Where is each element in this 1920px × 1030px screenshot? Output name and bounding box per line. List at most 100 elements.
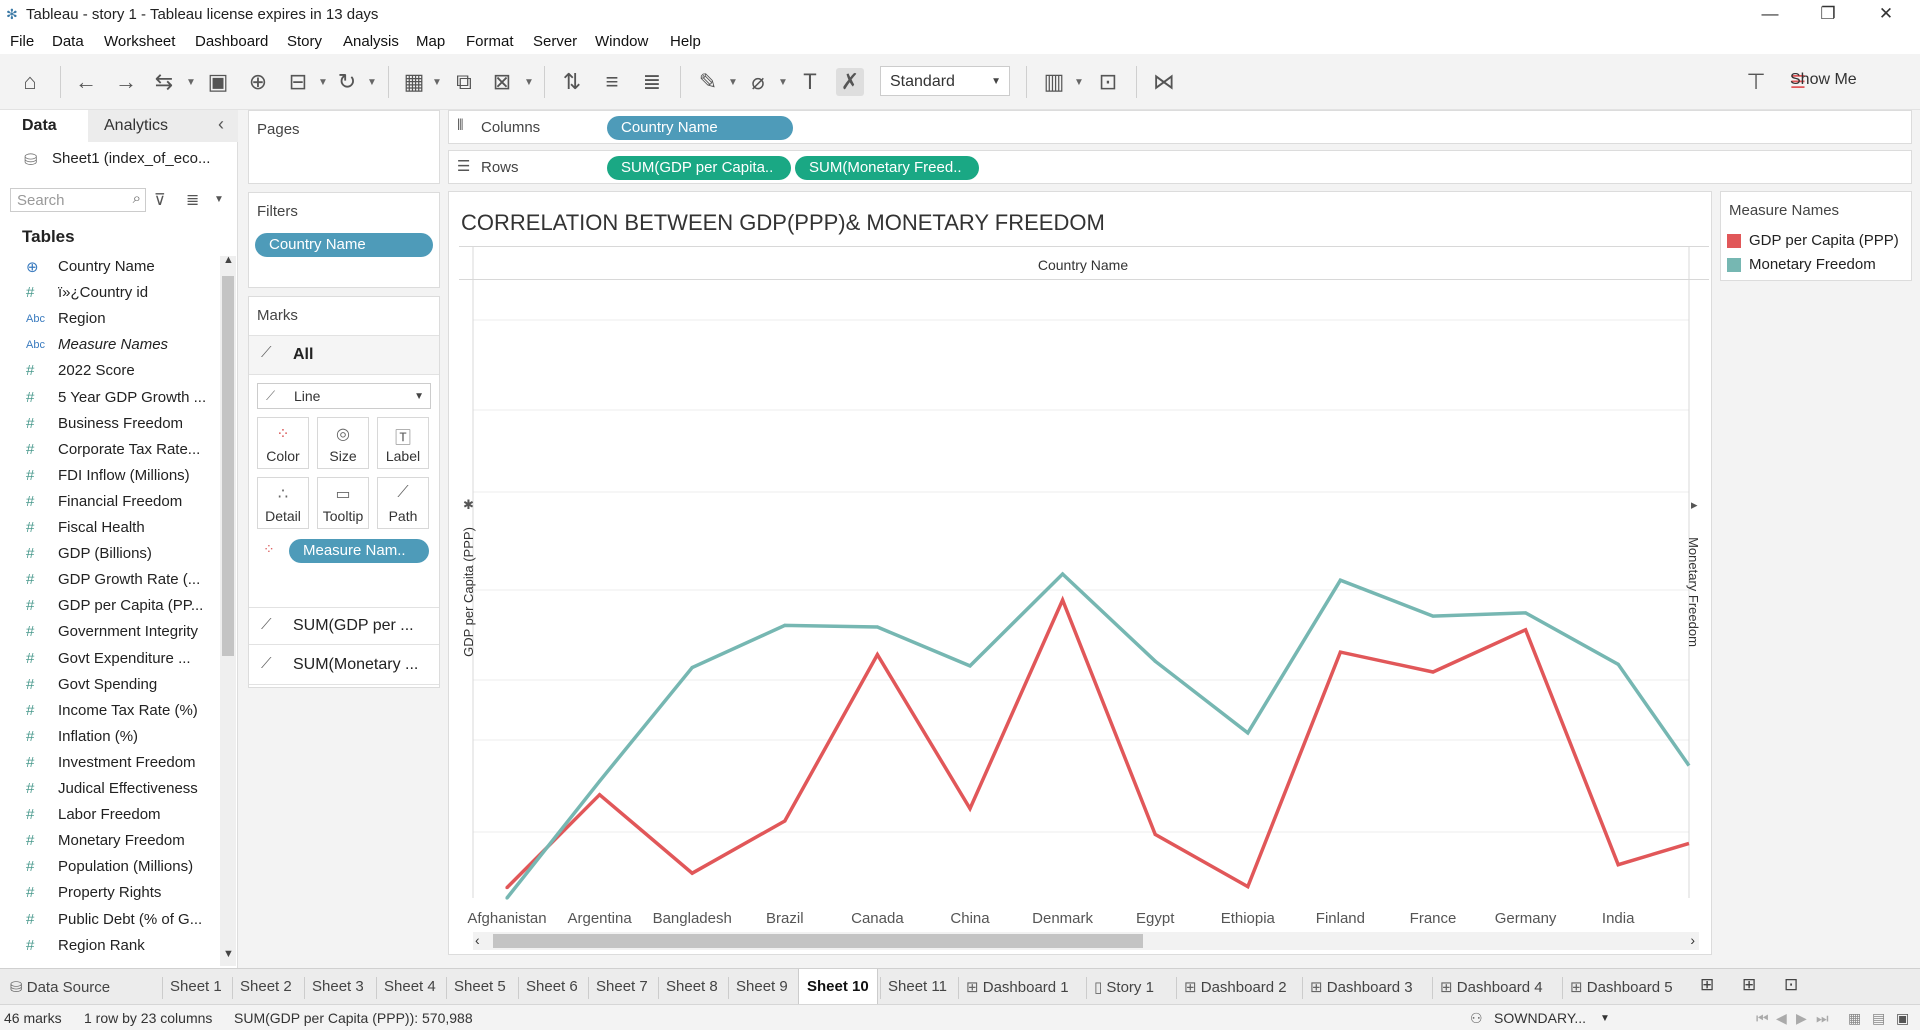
field-item[interactable]: # Financial Freedom: [0, 489, 220, 515]
field-item[interactable]: # Govt Spending: [0, 672, 220, 698]
new-worksheet-icon[interactable]: ⊞: [1700, 975, 1714, 995]
scroll-down-icon[interactable]: ▼: [223, 948, 234, 960]
sheet-tab[interactable]: Sheet 11: [888, 978, 947, 995]
pages-shelf[interactable]: Pages: [248, 110, 440, 184]
data-point[interactable]: [875, 625, 879, 629]
field-item[interactable]: # Property Rights: [0, 880, 220, 906]
sheet-tab[interactable]: Sheet 4: [384, 978, 436, 995]
swap-rows-columns-icon[interactable]: ⇅: [558, 68, 586, 96]
field-item[interactable]: #2022 Score: [0, 358, 220, 384]
sheet-tab[interactable]: Sheet 6: [526, 978, 578, 995]
highlight-icon[interactable]: ✎: [694, 68, 722, 96]
field-item[interactable]: # Corporate Tax Rate...: [0, 437, 220, 463]
data-point[interactable]: [1431, 614, 1435, 618]
filter-pill-country-name[interactable]: Country Name: [255, 233, 433, 257]
pause-updates-icon[interactable]: ⊟: [284, 68, 312, 96]
data-point[interactable]: [598, 779, 602, 783]
replay-icon[interactable]: ⇆: [150, 68, 178, 96]
field-item[interactable]: Abc Measure Names: [0, 332, 220, 358]
prev-sheet-icon[interactable]: ◀: [1776, 1010, 1787, 1027]
chevron-down-icon[interactable]: ▼: [1074, 77, 1084, 88]
size-button[interactable]: ◎ Size: [317, 417, 369, 469]
columns-shelf[interactable]: ⦀ Columns Country Name: [448, 110, 1912, 144]
scrollbar[interactable]: ▲ ▼: [220, 254, 236, 966]
share-icon[interactable]: ⋈: [1150, 68, 1178, 96]
menu-worksheet[interactable]: Worksheet: [104, 33, 175, 50]
data-point[interactable]: [968, 807, 972, 811]
data-point[interactable]: [598, 793, 602, 797]
field-item[interactable]: # FDI Inflow (Millions): [0, 463, 220, 489]
sheet-tab[interactable]: Sheet 2: [240, 978, 292, 995]
data-point[interactable]: [1524, 611, 1528, 615]
show-mark-labels-icon[interactable]: T: [796, 68, 824, 96]
field-item[interactable]: ⊕ Country Name: [0, 254, 220, 280]
menu-story[interactable]: Story: [287, 33, 322, 50]
filter-icon[interactable]: ⊽: [154, 190, 166, 210]
columns-pill-country-name[interactable]: Country Name: [607, 116, 793, 140]
sheet-tab[interactable]: ⊞ Dashboard 1: [966, 978, 1069, 996]
data-point[interactable]: [1153, 659, 1157, 663]
data-point[interactable]: [1616, 863, 1620, 867]
color-button[interactable]: ⁘ Color: [257, 417, 309, 469]
field-item[interactable]: # ï»¿Country id: [0, 280, 220, 306]
field-item[interactable]: # Public Debt (% of G...: [0, 907, 220, 933]
series-line-gdp[interactable]: [505, 595, 1690, 890]
field-item[interactable]: #5 Year GDP Growth ...: [0, 385, 220, 411]
rows-pill-gdp[interactable]: SUM(GDP per Capita..: [607, 156, 791, 180]
menu-server[interactable]: Server: [533, 33, 577, 50]
show-cards-icon[interactable]: ▥: [1040, 68, 1068, 96]
view-list-icon[interactable]: ≣: [186, 190, 199, 210]
fit-dropdown[interactable]: Standard ▼: [880, 66, 1010, 96]
data-point[interactable]: [690, 665, 694, 670]
close-button[interactable]: ✕: [1858, 0, 1914, 30]
sheet-tab[interactable]: ⛁ Data Source: [10, 978, 110, 996]
data-point[interactable]: [1153, 832, 1157, 837]
detail-button[interactable]: ∴ Detail: [257, 477, 309, 529]
data-point[interactable]: [1061, 572, 1065, 576]
chevron-down-icon[interactable]: ▼: [214, 194, 224, 205]
sort-ascending-icon[interactable]: ≡: [598, 68, 626, 96]
field-item[interactable]: # Inflation (%): [0, 724, 220, 750]
sheet-tab[interactable]: ⊞ Dashboard 2: [1184, 978, 1287, 996]
last-sheet-icon[interactable]: ⏭: [1816, 1010, 1829, 1027]
rows-shelf[interactable]: ☰ Rows SUM(GDP per Capita.. SUM(Monetary…: [448, 150, 1912, 184]
new-dashboard-icon[interactable]: ⊞: [1742, 975, 1756, 995]
paint-roller-icon[interactable]: ⊤: [1742, 68, 1770, 96]
new-worksheet-icon[interactable]: ▦: [400, 68, 428, 96]
data-point[interactable]: [875, 653, 879, 657]
rows-pill-monetary[interactable]: SUM(Monetary Freed..: [795, 156, 979, 180]
new-data-source-icon[interactable]: ⊕: [244, 68, 272, 96]
first-sheet-icon[interactable]: ⏮: [1756, 1010, 1769, 1027]
scroll-up-icon[interactable]: ▲: [223, 254, 234, 266]
collapse-pane-icon[interactable]: ‹: [218, 114, 224, 135]
home-icon[interactable]: ⌂: [16, 68, 44, 96]
field-item[interactable]: # Judical Effectiveness: [0, 776, 220, 802]
menu-window[interactable]: Window: [595, 33, 648, 50]
data-point[interactable]: [1524, 628, 1528, 632]
chevron-down-icon[interactable]: ▼: [318, 77, 328, 88]
field-item[interactable]: # Fiscal Health: [0, 515, 220, 541]
scrollbar-thumb[interactable]: [222, 276, 234, 656]
series-line-monetary-freedom[interactable]: [505, 571, 1691, 900]
sheet-tab[interactable]: Sheet 9: [736, 978, 788, 995]
menu-dashboard[interactable]: Dashboard: [195, 33, 268, 50]
menu-analysis[interactable]: Analysis: [343, 33, 399, 50]
field-item[interactable]: # Monetary Freedom: [0, 828, 220, 854]
chevron-down-icon[interactable]: ▼: [367, 77, 377, 88]
sort-descending-icon[interactable]: ≣: [638, 68, 666, 96]
chevron-down-icon[interactable]: ▼: [1600, 1013, 1610, 1024]
field-item[interactable]: # Region Rank: [0, 933, 220, 959]
filters-shelf[interactable]: Filters Country Name: [248, 192, 440, 288]
redo-icon[interactable]: →: [112, 68, 140, 96]
field-item[interactable]: # Population (Millions): [0, 854, 220, 880]
tab-data[interactable]: Data: [0, 110, 88, 142]
refresh-icon[interactable]: ↻: [333, 68, 361, 96]
menu-data[interactable]: Data: [52, 33, 84, 50]
data-point[interactable]: [1431, 670, 1435, 674]
menu-file[interactable]: File: [10, 33, 34, 50]
menu-format[interactable]: Format: [466, 33, 514, 50]
field-item[interactable]: # GDP Growth Rate (...: [0, 567, 220, 593]
data-point[interactable]: [783, 819, 787, 823]
marks-measure-card-monetary[interactable]: ⟋ SUM(Monetary ...: [249, 647, 439, 685]
filmstrip-view-icon[interactable]: ▤: [1872, 1010, 1885, 1027]
